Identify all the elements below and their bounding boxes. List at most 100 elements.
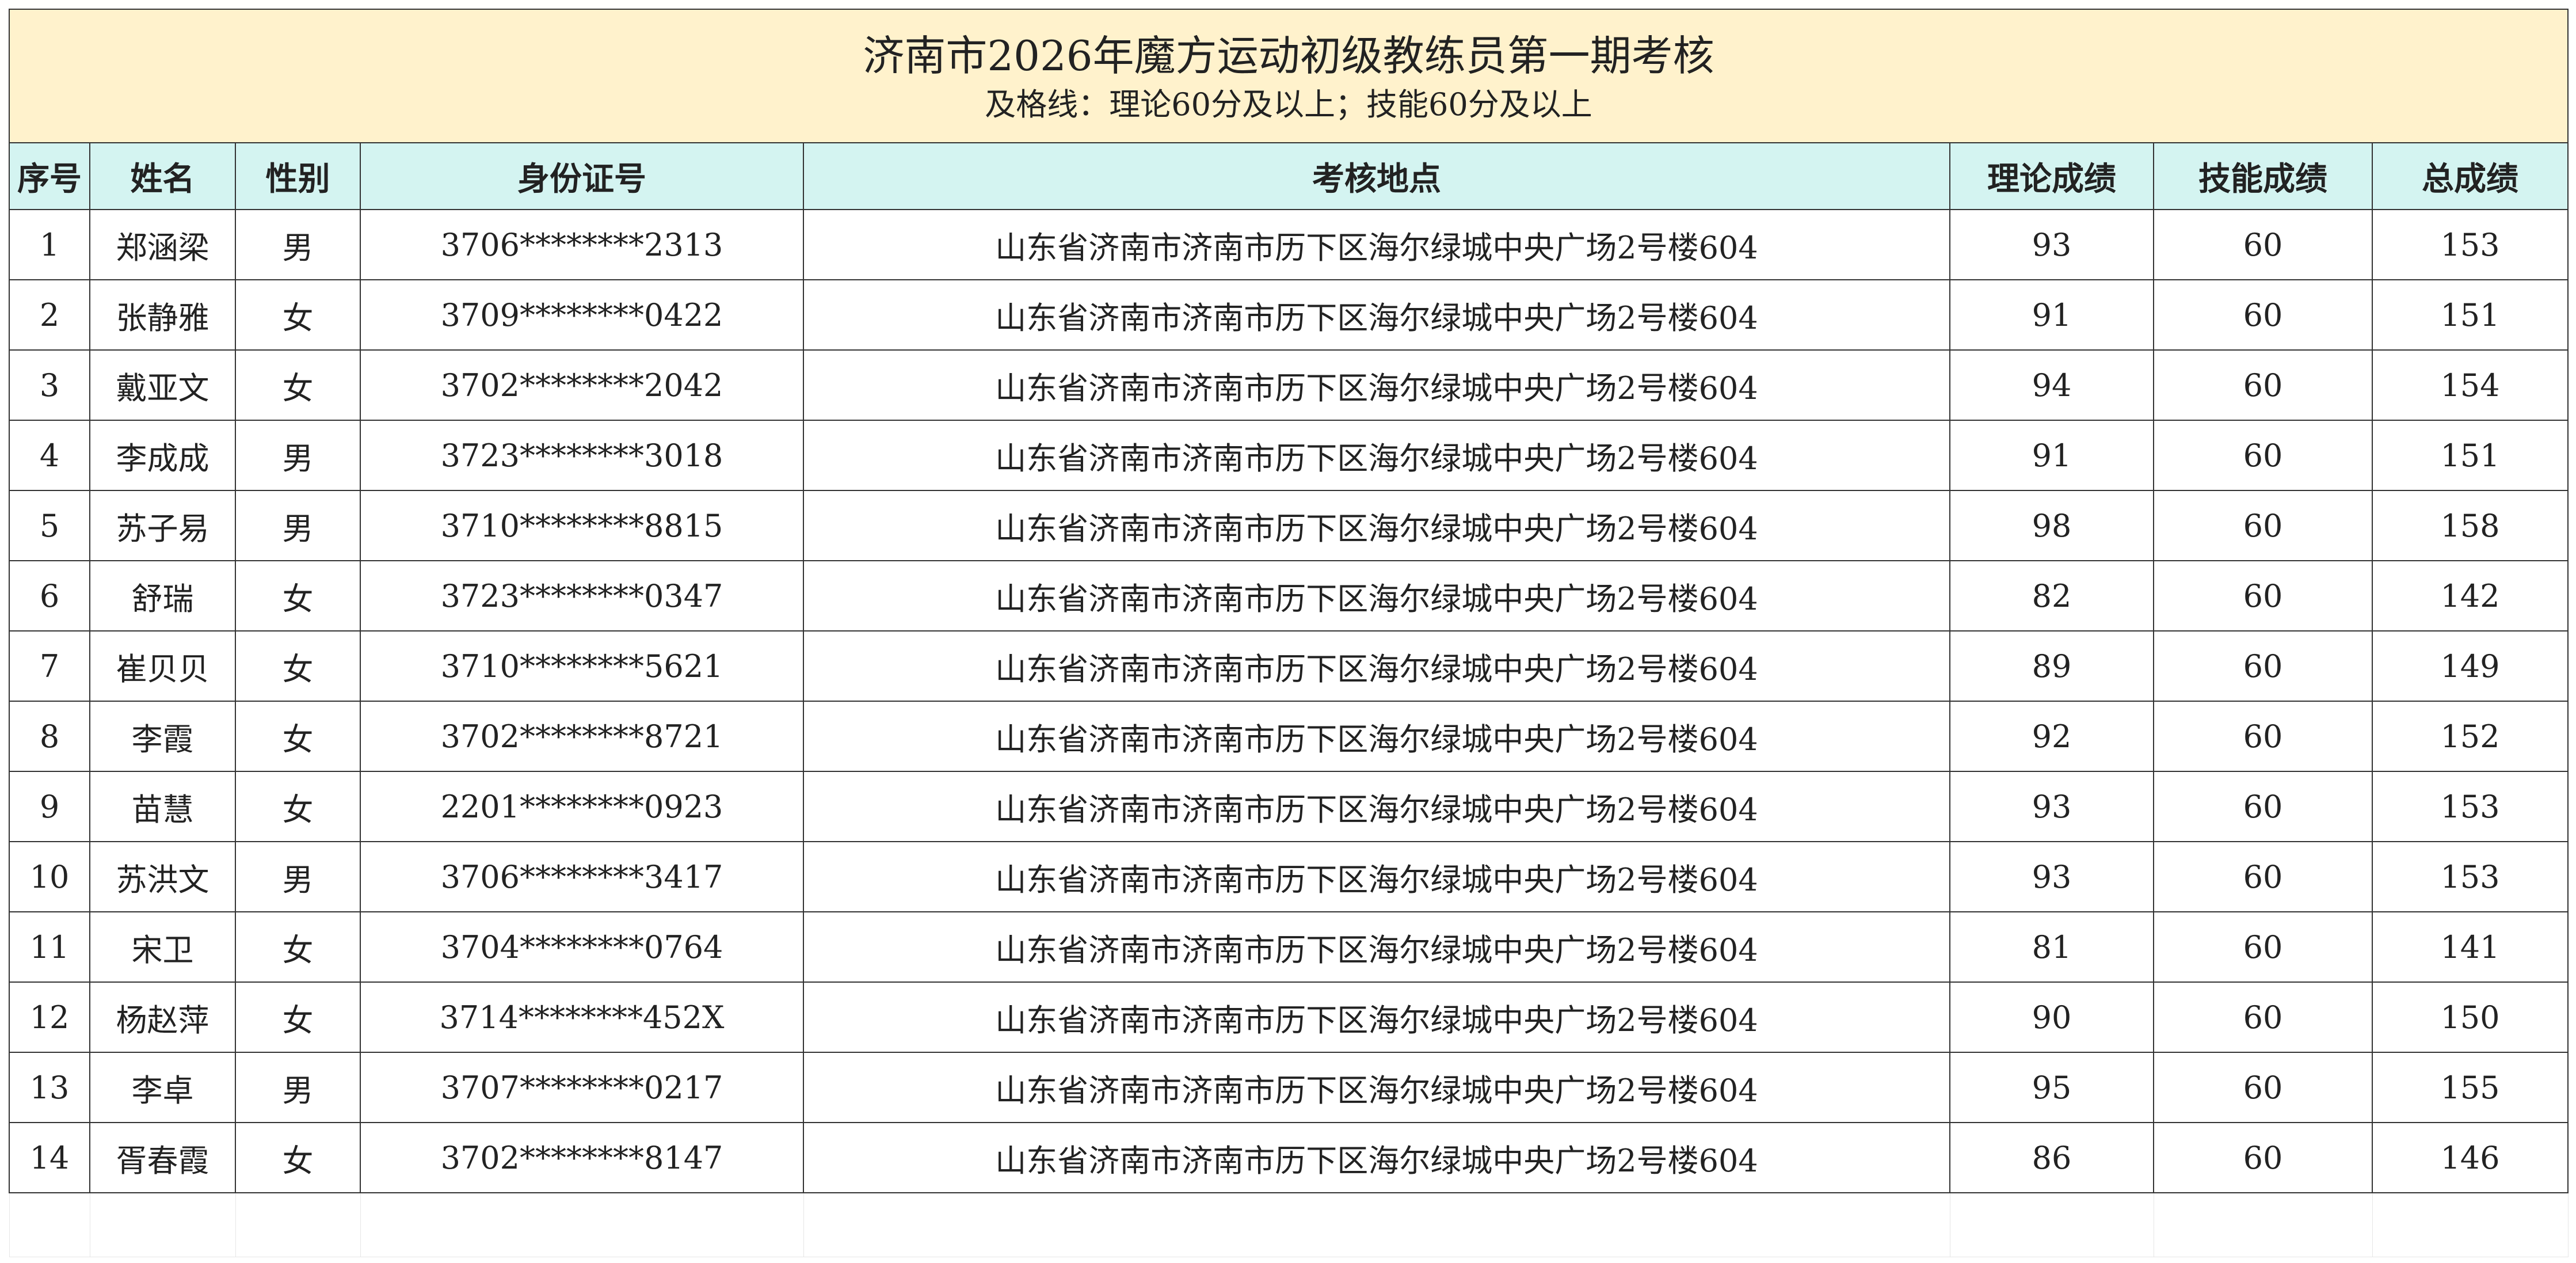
- column-header: 姓名: [89, 142, 236, 210]
- theory-score-cell: 92: [1949, 701, 2154, 772]
- skill-score-cell: 60: [2153, 630, 2373, 702]
- name-cell: 苏洪文: [89, 841, 236, 912]
- skill-score-cell: 60: [2153, 1052, 2373, 1123]
- row-number-cell: 1: [9, 209, 90, 280]
- empty-cell: [360, 1192, 804, 1257]
- column-header: 身份证号: [360, 142, 804, 210]
- row-number-cell: 12: [9, 982, 90, 1053]
- theory-score-cell: 98: [1949, 490, 2154, 561]
- table-row: 9 苗慧女 2201********0923 山东省济南市济南市历下区海尔绿城中央广场…: [9, 771, 2569, 842]
- location-cell: 山东省济南市济南市历下区海尔绿城中央广场2号楼604: [803, 701, 1950, 772]
- skill-score-cell: 60: [2153, 279, 2373, 351]
- row-number-cell: 5: [9, 490, 90, 561]
- id-number-cell: 3723********3018: [360, 420, 804, 491]
- location-cell: 山东省济南市济南市历下区海尔绿城中央广场2号楼604: [803, 1052, 1950, 1123]
- gender-cell: 女: [235, 771, 361, 842]
- table-row: 2 张静雅女 3709********0422 山东省济南市济南市历下区海尔绿城中央广…: [9, 279, 2569, 351]
- id-number-cell: 3706********3417: [360, 841, 804, 912]
- id-number-cell: 3702********2042: [360, 349, 804, 421]
- theory-score-cell: 90: [1949, 982, 2154, 1053]
- row-number-cell: 4: [9, 420, 90, 491]
- id-number-cell: 3707********0217: [360, 1052, 804, 1123]
- row-number-cell: 3: [9, 349, 90, 421]
- gender-cell: 男: [235, 490, 361, 561]
- id-number-cell: 3704********0764: [360, 911, 804, 983]
- total-score-cell: 153: [2372, 841, 2569, 912]
- location-cell: 山东省济南市济南市历下区海尔绿城中央广场2号楼604: [803, 420, 1950, 491]
- theory-score-cell: 81: [1949, 911, 2154, 983]
- skill-score-cell: 60: [2153, 490, 2373, 561]
- skill-score-cell: 60: [2153, 701, 2373, 772]
- name-cell: 郑涵梁: [89, 209, 236, 280]
- total-score-cell: 150: [2372, 982, 2569, 1053]
- skill-score-cell: 60: [2153, 982, 2373, 1053]
- name-cell: 李霞: [89, 701, 236, 772]
- id-number-cell: 3709********0422: [360, 279, 804, 351]
- table-row: 14 胥春霞女 3702********8147 山东省济南市济南市历下区海尔绿城中央…: [9, 1122, 2569, 1193]
- empty-cell: [803, 1192, 1950, 1257]
- row-number-cell: 11: [9, 911, 90, 983]
- name-cell: 戴亚文: [89, 349, 236, 421]
- total-score-cell: 152: [2372, 701, 2569, 772]
- skill-score-cell: 60: [2153, 209, 2373, 280]
- skill-score-cell: 60: [2153, 560, 2373, 632]
- name-cell: 宋卫: [89, 911, 236, 983]
- column-header: 性别: [235, 142, 361, 210]
- skill-score-cell: 60: [2153, 911, 2373, 983]
- location-cell: 山东省济南市济南市历下区海尔绿城中央广场2号楼604: [803, 841, 1950, 912]
- location-cell: 山东省济南市济南市历下区海尔绿城中央广场2号楼604: [803, 209, 1950, 280]
- name-cell: 张静雅: [89, 279, 236, 351]
- skill-score-cell: 60: [2153, 420, 2373, 491]
- location-cell: 山东省济南市济南市历下区海尔绿城中央广场2号楼604: [803, 490, 1950, 561]
- theory-score-cell: 89: [1949, 630, 2154, 702]
- gender-cell: 女: [235, 1122, 361, 1193]
- row-number-cell: 9: [9, 771, 90, 842]
- row-number-cell: 2: [9, 279, 90, 351]
- id-number-cell: 3702********8721: [360, 701, 804, 772]
- theory-score-cell: 95: [1949, 1052, 2154, 1123]
- row-number-cell: 6: [9, 560, 90, 632]
- score-table: 济南市2026年魔方运动初级教练员第一期考核 及格线：理论60分及以上；技能60…: [9, 9, 2569, 1257]
- id-number-cell: 3706********2313: [360, 209, 804, 280]
- table-row: 1 郑涵梁男 3706********2313 山东省济南市济南市历下区海尔绿城中央广…: [9, 209, 2569, 280]
- id-number-cell: 3702********8147: [360, 1122, 804, 1193]
- id-number-cell: 3714********452X: [360, 982, 804, 1053]
- location-cell: 山东省济南市济南市历下区海尔绿城中央广场2号楼604: [803, 630, 1950, 702]
- id-number-cell: 3723********0347: [360, 560, 804, 632]
- table-row: 4 李成成男 3723********3018 山东省济南市济南市历下区海尔绿城中央广…: [9, 420, 2569, 491]
- gender-cell: 女: [235, 982, 361, 1053]
- gender-cell: 男: [235, 1052, 361, 1123]
- gender-cell: 女: [235, 560, 361, 632]
- row-number-cell: 8: [9, 701, 90, 772]
- total-score-cell: 151: [2372, 279, 2569, 351]
- empty-row: [9, 1192, 2569, 1257]
- skill-score-cell: 60: [2153, 771, 2373, 842]
- gender-cell: 女: [235, 279, 361, 351]
- location-cell: 山东省济南市济南市历下区海尔绿城中央广场2号楼604: [803, 560, 1950, 632]
- name-cell: 杨赵萍: [89, 982, 236, 1053]
- table-row: 7 崔贝贝女 3710********5621 山东省济南市济南市历下区海尔绿城中央广…: [9, 630, 2569, 702]
- skill-score-cell: 60: [2153, 841, 2373, 912]
- column-header: 理论成绩: [1949, 142, 2154, 210]
- row-number-cell: 10: [9, 841, 90, 912]
- location-cell: 山东省济南市济南市历下区海尔绿城中央广场2号楼604: [803, 771, 1950, 842]
- id-number-cell: 2201********0923: [360, 771, 804, 842]
- total-score-cell: 142: [2372, 560, 2569, 632]
- column-header: 技能成绩: [2153, 142, 2373, 210]
- page-title: 济南市2026年魔方运动初级教练员第一期考核: [863, 32, 1714, 80]
- table-row: 11 宋卫女 3704********0764 山东省济南市济南市历下区海尔绿城中央广…: [9, 911, 2569, 983]
- location-cell: 山东省济南市济南市历下区海尔绿城中央广场2号楼604: [803, 911, 1950, 983]
- header-row: 序号 姓名 性别 身份证号 考核地点 理论成绩 技能成绩 总成绩: [9, 142, 2569, 210]
- id-number-cell: 3710********8815: [360, 490, 804, 561]
- gender-cell: 女: [235, 630, 361, 702]
- theory-score-cell: 86: [1949, 1122, 2154, 1193]
- theory-score-cell: 94: [1949, 349, 2154, 421]
- total-score-cell: 149: [2372, 630, 2569, 702]
- row-number-cell: 14: [9, 1122, 90, 1193]
- total-score-cell: 153: [2372, 771, 2569, 842]
- column-header: 总成绩: [2372, 142, 2569, 210]
- empty-cell: [89, 1192, 236, 1257]
- table-row: 6 舒瑞女 3723********0347 山东省济南市济南市历下区海尔绿城中央广场…: [9, 560, 2569, 632]
- table-row: 5 苏子易男 3710********8815 山东省济南市济南市历下区海尔绿城中央广…: [9, 490, 2569, 561]
- theory-score-cell: 91: [1949, 420, 2154, 491]
